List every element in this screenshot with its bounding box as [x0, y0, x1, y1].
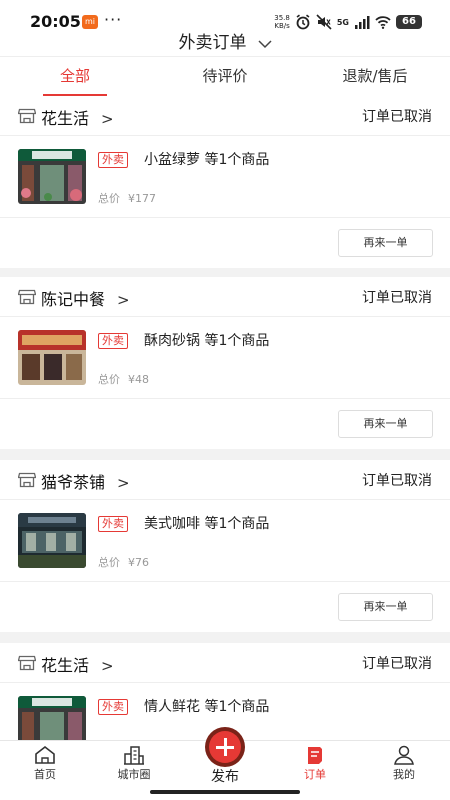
shop-icon [18, 655, 36, 671]
plus-icon[interactable] [209, 731, 241, 763]
order-item-name[interactable]: 情人鲜花 等1个商品 [144, 696, 269, 716]
price-value: ¥48 [128, 373, 149, 386]
nav-publish-label: 发布 [211, 769, 239, 785]
shop-icon [18, 472, 36, 488]
card-divider [0, 398, 450, 399]
shop-name[interactable]: 花生活 > [41, 105, 114, 129]
product-thumbnail[interactable] [18, 696, 86, 740]
order-card: 猫爷茶铺 > 订单已取消 外卖 美式咖啡 等1个商品 总价 ¥76 再来一单 [0, 460, 450, 632]
order-status: 订单已取消 [362, 109, 432, 125]
chevron-down-icon[interactable] [258, 39, 272, 49]
price-value: ¥76 [128, 556, 149, 569]
nav-city-label: 城市圈 [117, 768, 151, 781]
order-card: 花生活 > 订单已取消 外卖 情人鲜花 等1个商品 [0, 643, 450, 740]
order-total: 总价 ¥48 [98, 371, 149, 387]
home-indicator[interactable] [150, 790, 300, 794]
shop-arrow-icon: > [101, 657, 114, 675]
takeout-badge: 外卖 [98, 516, 128, 532]
order-card: 陈记中餐 > 订单已取消 外卖 酥肉砂锅 等1个商品 总价 ¥48 再来一单 [0, 277, 450, 449]
profile-icon [394, 745, 414, 765]
order-status: 订单已取消 [362, 473, 432, 489]
order-icon [308, 747, 322, 764]
card-divider [0, 217, 450, 218]
header[interactable]: 外卖订单 [0, 28, 450, 53]
tab-all[interactable]: 全部 [0, 57, 150, 96]
nav-city-circle[interactable]: 城市圈 [104, 745, 164, 782]
order-card-header[interactable]: 花生活 > 订单已取消 [0, 96, 450, 136]
price-label: 总价 [98, 192, 120, 205]
nav-home-label: 首页 [34, 768, 56, 781]
shop-name-text: 花生活 [41, 656, 90, 675]
order-item-name[interactable]: 美式咖啡 等1个商品 [144, 513, 269, 533]
shop-name[interactable]: 猫爷茶铺 > [41, 469, 130, 493]
shop-icon [18, 108, 36, 124]
bottom-nav: 首页 城市圈 发布 订单 我的 [0, 731, 450, 788]
nav-home[interactable]: 首页 [15, 745, 75, 782]
network-type: 5G [336, 17, 349, 27]
shop-name[interactable]: 陈记中餐 > [41, 286, 130, 310]
order-total: 总价 ¥76 [98, 554, 149, 570]
order-status: 订单已取消 [362, 656, 432, 672]
home-icon [35, 745, 55, 764]
nav-me-label: 我的 [393, 768, 415, 781]
nav-me[interactable]: 我的 [374, 745, 434, 782]
product-thumbnail[interactable] [18, 513, 86, 568]
order-total: 总价 ¥177 [98, 190, 156, 206]
order-card-header[interactable]: 花生活 > 订单已取消 [0, 643, 450, 683]
order-card-header[interactable]: 猫爷茶铺 > 订单已取消 [0, 460, 450, 500]
tab-pending-review[interactable]: 待评价 [150, 57, 300, 96]
shop-name[interactable]: 花生活 > [41, 652, 114, 676]
shop-arrow-icon: > [101, 110, 114, 128]
price-label: 总价 [98, 556, 120, 569]
reorder-button[interactable]: 再来一单 [338, 410, 433, 438]
order-tabs: 全部 待评价 退款/售后 [0, 56, 450, 96]
order-card-header[interactable]: 陈记中餐 > 订单已取消 [0, 277, 450, 317]
shop-arrow-icon: > [117, 474, 130, 492]
tab-refund-aftersale[interactable]: 退款/售后 [300, 57, 450, 96]
nav-orders-label: 订单 [304, 768, 326, 781]
nav-publish[interactable]: 发布 [190, 731, 260, 786]
product-thumbnail[interactable] [18, 149, 86, 204]
shop-arrow-icon: > [117, 291, 130, 309]
takeout-badge: 外卖 [98, 333, 128, 349]
order-card: 花生活 > 订单已取消 外卖 小盆绿萝 等1个商品 总价 ¥177 再来一单 [0, 96, 450, 268]
network-speed-value: 35.8 [274, 14, 290, 22]
mi-app-icon: mi [82, 15, 98, 29]
product-thumbnail[interactable] [18, 330, 86, 385]
order-list[interactable]: 花生活 > 订单已取消 外卖 小盆绿萝 等1个商品 总价 ¥177 再来一单 陈记中… [0, 96, 450, 740]
takeout-badge: 外卖 [98, 152, 128, 168]
price-label: 总价 [98, 373, 120, 386]
card-divider [0, 581, 450, 582]
price-value: ¥177 [128, 192, 156, 205]
order-item-name[interactable]: 小盆绿萝 等1个商品 [144, 149, 269, 169]
shop-icon [18, 289, 36, 305]
battery-indicator: 66 [396, 15, 422, 29]
order-item-name[interactable]: 酥肉砂锅 等1个商品 [144, 330, 269, 350]
takeout-badge: 外卖 [98, 699, 128, 715]
reorder-button[interactable]: 再来一单 [338, 593, 433, 621]
nav-orders[interactable]: 订单 [285, 745, 345, 782]
more-notifications-icon: ··· [104, 10, 123, 29]
city-buildings-icon [124, 746, 144, 765]
order-status: 订单已取消 [362, 290, 432, 306]
page-title[interactable]: 外卖订单 [178, 33, 246, 53]
reorder-button[interactable]: 再来一单 [338, 229, 433, 257]
shop-name-text: 陈记中餐 [41, 290, 106, 309]
shop-name-text: 猫爷茶铺 [41, 473, 106, 492]
shop-name-text: 花生活 [41, 109, 90, 128]
